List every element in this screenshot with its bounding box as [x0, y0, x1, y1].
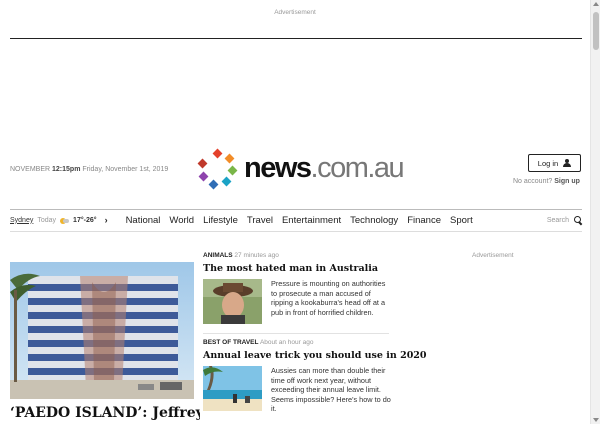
hero-image[interactable] — [10, 262, 194, 399]
story-summary: Aussies can more than double their time … — [271, 366, 391, 413]
hero-headline[interactable]: ‘PAEDO ISLAND’: Jeffrey — [10, 405, 200, 421]
dateline: NOVEMBER 12:15pm Friday, November 1st, 2… — [10, 166, 168, 173]
dateline-day: Friday, November 1st, 2019 — [82, 166, 169, 173]
weather-temps: 17°-26° — [73, 216, 97, 224]
top-divider — [10, 38, 582, 39]
story-card[interactable]: ANIMALS 27 minutes ago The most hated ma… — [203, 252, 389, 324]
main-nav: Sydney Today 17°-26° › National World Li… — [10, 210, 582, 230]
story-kicker: BEST OF TRAVEL About an hour ago — [203, 339, 389, 346]
story-kicker: ANIMALS 27 minutes ago — [203, 252, 389, 259]
story-divider — [203, 333, 389, 334]
nav-item-sport[interactable]: Sport — [450, 215, 473, 226]
story-time: About an hour ago — [259, 339, 314, 346]
hero-building-photo — [10, 262, 194, 399]
nav-bottom-divider — [10, 231, 582, 232]
nav-item-finance[interactable]: Finance — [407, 215, 441, 226]
scrollbar-thumb[interactable] — [593, 12, 599, 50]
site-logo[interactable]: news.com.au — [196, 148, 406, 192]
weather-widget[interactable]: Sydney Today 17°-26° › — [10, 215, 108, 225]
story-thumbnail-photo — [203, 366, 262, 411]
search-icon[interactable] — [574, 216, 582, 224]
section-links: National World Lifestyle Travel Entertai… — [126, 215, 473, 226]
story-summary: Pressure is mounting on authorities to p… — [271, 279, 386, 317]
no-account-prompt: No account? Sign up — [513, 178, 580, 185]
nav-item-lifestyle[interactable]: Lifestyle — [203, 215, 238, 226]
scroll-down-arrow-icon[interactable] — [593, 418, 599, 422]
logo-dots-icon — [197, 148, 238, 190]
top-advertisement-label: Advertisement — [274, 9, 316, 16]
partly-sunny-icon — [60, 217, 70, 224]
nav-item-world[interactable]: World — [169, 215, 194, 226]
scroll-up-arrow-icon[interactable] — [593, 2, 599, 6]
logo-wordmark: news.com.au — [244, 152, 405, 184]
login-label: Log in — [537, 158, 559, 168]
weather-period: Today — [37, 216, 57, 224]
no-account-text: No account? — [513, 178, 553, 185]
weather-city[interactable]: Sydney — [10, 217, 33, 224]
story-headline[interactable]: Annual leave trick you should use in 202… — [203, 350, 427, 361]
nav-item-technology[interactable]: Technology — [350, 215, 398, 226]
story-category[interactable]: BEST OF TRAVEL — [203, 339, 259, 346]
user-icon — [563, 159, 572, 167]
story-thumbnail-photo — [203, 279, 262, 324]
story-headline[interactable]: The most hated man in Australia — [203, 263, 389, 274]
nav-item-national[interactable]: National — [126, 215, 161, 226]
story-card[interactable]: BEST OF TRAVEL About an hour ago Annual … — [203, 339, 427, 413]
story-thumbnail[interactable] — [203, 279, 262, 324]
side-advertisement-label: Advertisement — [472, 252, 514, 259]
signup-link[interactable]: Sign up — [554, 178, 580, 185]
vertical-scrollbar[interactable] — [590, 0, 600, 424]
search-label: Search — [546, 216, 569, 224]
nav-item-entertainment[interactable]: Entertainment — [282, 215, 341, 226]
login-button[interactable]: Log in — [528, 154, 581, 172]
dateline-time: 12:15pm — [52, 166, 81, 173]
dateline-month: NOVEMBER — [10, 166, 51, 173]
chevron-right-icon[interactable]: › — [105, 215, 108, 225]
search-toggle[interactable]: Search — [547, 216, 582, 224]
nav-item-travel[interactable]: Travel — [247, 215, 273, 226]
story-thumbnail[interactable] — [203, 366, 262, 411]
story-category[interactable]: ANIMALS — [203, 252, 233, 259]
story-time: 27 minutes ago — [234, 252, 279, 259]
